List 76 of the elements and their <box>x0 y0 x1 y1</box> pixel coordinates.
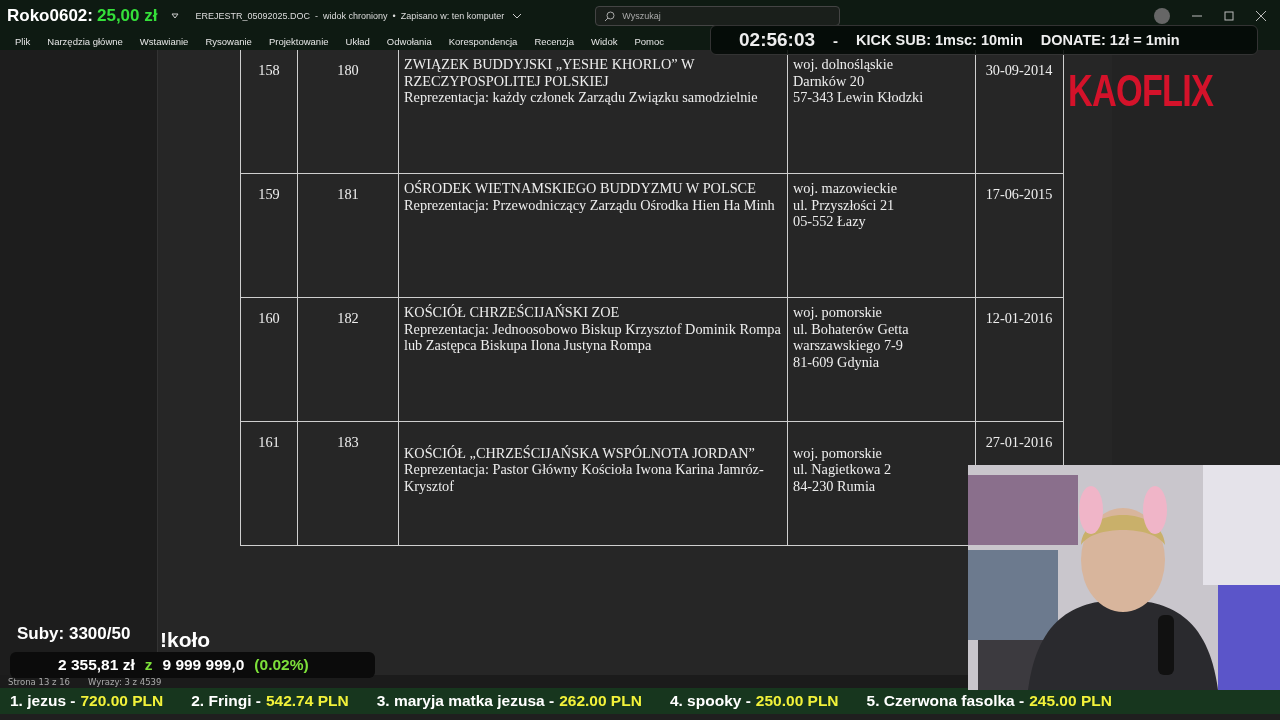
menu-tab[interactable]: Wstawianie <box>139 35 189 47</box>
table-cell: 180 <box>337 62 359 78</box>
donation-alert-amount: 25,00 zł <box>97 6 158 26</box>
menu-tab[interactable]: Recenzja <box>534 35 574 47</box>
table-cell: 27-01-2016 <box>985 434 1053 450</box>
organization-name: OŚRODEK WIETNAMSKIEGO BUDDYZMU W POLSCE <box>404 180 757 197</box>
organization-name: KOŚCIÓŁ CHRZEŚCIJAŃSKI ZOE <box>404 304 621 321</box>
table-cell: 182 <box>337 310 359 326</box>
table-cell: 12-01-2016 <box>985 310 1053 326</box>
menu-tab[interactable]: Pomoc <box>634 35 664 47</box>
table-cell: 30-09-2014 <box>985 62 1053 78</box>
menu-tab[interactable]: Widok <box>591 35 618 47</box>
chevron-icon[interactable] <box>512 13 523 19</box>
search-field[interactable]: Wyszukaj <box>595 6 841 26</box>
representation-text: Reprezentacja: Jednoosobowo Biskup Krzysztof Dominik Rompa lub Zastępca Biskupa Ilona Justyna Rompa <box>404 320 782 354</box>
donate-rule-text: DONATE: 1zł = 1min <box>1040 32 1180 48</box>
menu-tab[interactable]: Korespondencja <box>448 35 518 47</box>
maximize-icon[interactable] <box>1224 11 1234 21</box>
donor-amount: 542.74 PLN <box>265 692 349 710</box>
table-cell: 17-06-2015 <box>985 186 1053 202</box>
address-line: Darnków 20 <box>793 72 866 90</box>
address-line: 84-230 Rumia <box>793 477 877 495</box>
address-line: woj. pomorskie <box>793 304 883 321</box>
address-line: ul. Przyszłości 21 <box>793 196 896 214</box>
separator-text: - <box>833 31 839 49</box>
of-text: z <box>144 656 153 674</box>
menu-tab[interactable]: Układ <box>345 35 370 47</box>
donor-name: 2. Fringi - <box>191 692 261 710</box>
table-cell: 183 <box>337 434 359 450</box>
status-text: Wyrazy: 3 z 4539 <box>88 676 162 687</box>
table-cell: 181 <box>337 186 359 202</box>
sub-rule-text: KICK SUB: 1msc: 10min <box>856 32 1023 48</box>
organization-name: KOŚCIÓŁ „CHRZEŚCIJAŃSKA WSPÓLNOTA JORDAN” <box>404 444 756 462</box>
address-line: woj. dolnośląskie <box>793 56 895 73</box>
menu-tab[interactable]: Projektowanie <box>268 35 329 47</box>
address-line: woj. mazowieckie <box>793 180 898 197</box>
address-line: ul. Nagietkowa 2 <box>793 461 893 478</box>
organization-name: ZWIĄZEK BUDDYJSKI „YESHE KHORLO” W RZECZYPOSPOLITEJ POLSKIEJ <box>404 56 696 90</box>
donor-name: 5. Czerwona fasolka - <box>866 692 1025 710</box>
status-text: Strona 13 z 16 <box>8 676 71 687</box>
avatar-icon[interactable] <box>1154 8 1170 24</box>
address-line: 81-609 Gdynia <box>793 353 881 371</box>
donor-amount: 720.00 PLN <box>80 692 164 710</box>
donor-amount: 250.00 PLN <box>755 692 839 710</box>
donor-name: 1. jezus - <box>10 692 76 710</box>
window-title: EREJESTR_05092025.DOC - widok chroniony • Zapisano w: ten komputer <box>195 11 505 21</box>
subs-goal-text: Suby: 3300/50 <box>17 624 131 644</box>
address-line: woj. pomorskie <box>793 444 883 462</box>
address-line: ul. Bohaterów Getta warszawskiego 7-9 <box>793 320 910 354</box>
menu-tab[interactable]: Rysowanie <box>205 35 252 47</box>
dropdown-icon[interactable] <box>171 13 180 19</box>
donor-name: 3. maryja matka jezusa - <box>376 692 555 710</box>
timer-text: 02:56:03 <box>739 29 816 51</box>
menu-tab[interactable]: Odwołania <box>386 35 432 47</box>
representation-text: Reprezentacja: Przewodniczący Zarządu Ośrodka Hien Ha Minh <box>404 196 776 214</box>
representation-text: Reprezentacja: Pastor Główny Kościoła Iwona Karina Jamróz-Krysztof <box>404 461 765 495</box>
menu-tab[interactable]: Plik <box>15 35 31 47</box>
address-line: 57-343 Lewin Kłodzki <box>793 89 925 106</box>
donor-name: 4. spooky - <box>669 692 751 710</box>
table-cell: 158 <box>258 62 280 78</box>
donor-amount: 262.00 PLN <box>559 692 642 710</box>
close-icon[interactable] <box>1256 11 1266 21</box>
donation-alert-user: Roko0602: <box>7 6 93 26</box>
search-icon <box>604 11 616 22</box>
raised-amount: 2 355,81 zł <box>58 656 135 674</box>
command-text: !koło <box>160 628 211 652</box>
goal-target: 9 999 999,0 <box>162 656 245 674</box>
table-cell: 160 <box>258 310 280 326</box>
table-cell: 161 <box>258 434 280 450</box>
donor-amount: 245.00 PLN <box>1029 692 1112 710</box>
address-line: 05-552 Łazy <box>793 213 867 230</box>
goal-percent: (0.02%) <box>254 656 309 674</box>
menu-tab[interactable]: Narzędzia główne <box>47 35 123 47</box>
channel-logo: KAOFLIX <box>1068 66 1214 116</box>
representation-text: Reprezentacja: każdy członek Zarządu Związku samodzielnie <box>404 89 759 106</box>
table-cell: 159 <box>258 186 280 202</box>
